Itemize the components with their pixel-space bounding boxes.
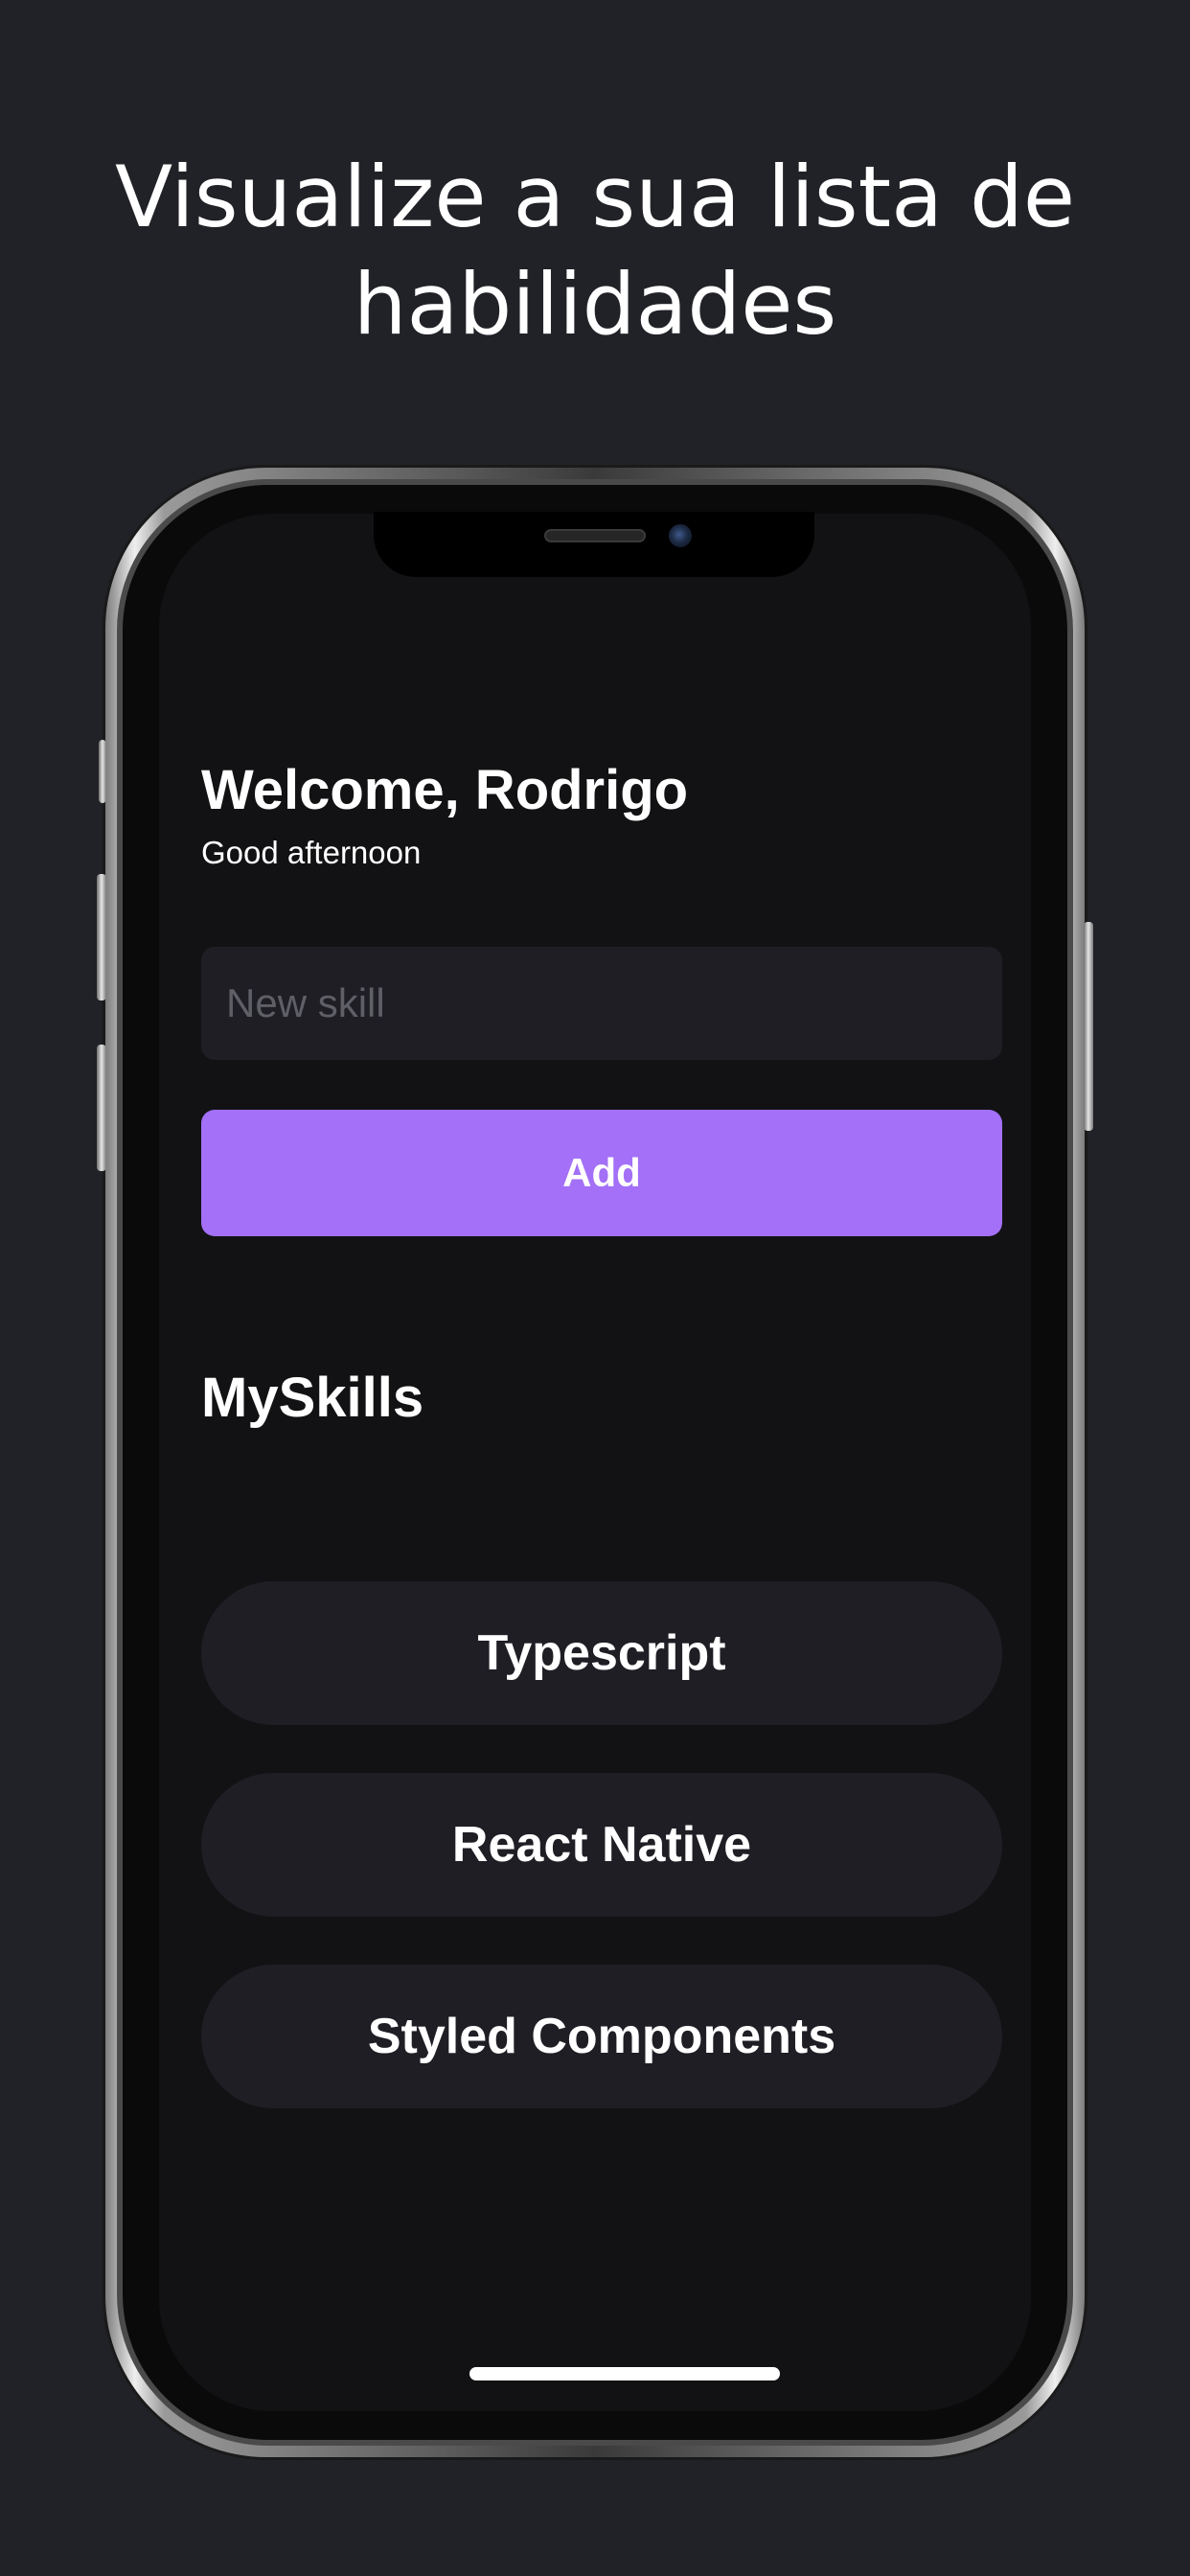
add-skill-button[interactable]: Add [201,1110,1002,1236]
volume-up-button [97,874,106,1000]
notch [374,512,814,577]
greeting-subtitle: Good afternoon [201,835,422,870]
new-skill-input[interactable] [201,947,1002,1060]
volume-down-button [97,1045,106,1171]
home-indicator[interactable] [469,2367,780,2380]
promo-title-line-2: habilidades [353,255,837,354]
skills-section-title: MySkills [201,1367,424,1429]
power-button [1084,922,1093,1131]
promo-title: Visualize a sua lista de habilidades [0,144,1190,358]
front-camera [669,524,692,547]
skill-card-styled-components[interactable]: Styled Components [201,1965,1002,2108]
silent-switch [99,740,106,803]
skills-list: Typescript React Native Styled Component… [201,1581,1002,2156]
skill-card-react-native[interactable]: React Native [201,1773,1002,1917]
greeting-title: Welcome, Rodrigo [201,759,689,821]
skill-card-typescript[interactable]: Typescript [201,1581,1002,1725]
promo-title-line-1: Visualize a sua lista de [114,148,1076,246]
speaker-grille [544,529,646,542]
